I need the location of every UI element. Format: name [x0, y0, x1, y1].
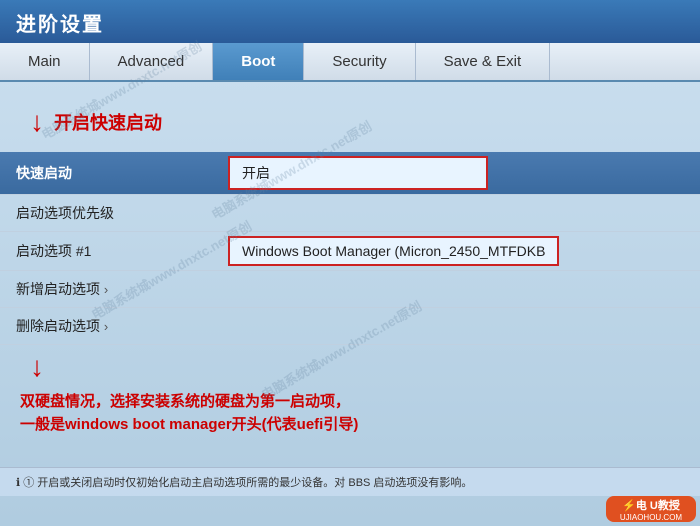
fast-boot-label: 快速启动 [0, 155, 220, 191]
delete-boot-option-label: 删除启动选项 › [0, 308, 220, 344]
bottom-annotation-line2: 一般是windows boot manager开头(代表uefi引导) [20, 414, 680, 437]
logo-sub-text: UJIAOHOU.COM [620, 513, 682, 522]
tab-security[interactable]: Security [304, 43, 415, 80]
boot-option-priority-row[interactable]: 启动选项优先级 [0, 195, 700, 232]
boot-option-1-value: Windows Boot Manager (Micron_2450_MTFDKB [228, 236, 559, 266]
logo-badge: ⚡电 U教授 UJIAOHOU.COM [606, 496, 696, 522]
window-title: 进阶设置 [16, 8, 104, 37]
fast-boot-value-container: 开启 [220, 152, 700, 194]
title-bar: 进阶设置 [0, 0, 700, 43]
bottom-arrow-down-icon: ↓ [30, 353, 44, 381]
bottom-annotation-line1: 双硬盘情况，选择安装系统的硬盘为第一启动项， [20, 391, 680, 414]
fast-boot-row[interactable]: 快速启动 开启 [0, 152, 700, 195]
content-area: ↓ 开启快速启动 快速启动 开启 启动选项优先级 启动选项 #1 Windows… [0, 82, 700, 436]
footer-note: ℹ ① 开启或关闭启动时仅初始化启动主启动选项所需的最少设备。对 BBS 启动选… [0, 467, 700, 496]
new-boot-option-row[interactable]: 新增启动选项 › [0, 271, 700, 308]
tab-boot[interactable]: Boot [213, 43, 304, 80]
tab-main[interactable]: Main [0, 43, 90, 80]
arrow-down-icon: ↓ [30, 108, 44, 136]
delete-boot-option-row[interactable]: 删除启动选项 › [0, 308, 700, 345]
new-boot-arrow-icon: › [104, 282, 108, 297]
delete-boot-arrow-icon: › [104, 319, 108, 334]
bottom-annotation: 双硬盘情况，选择安装系统的硬盘为第一启动项， 一般是windows boot m… [20, 391, 680, 436]
boot-option-1-row[interactable]: 启动选项 #1 Windows Boot Manager (Micron_245… [0, 232, 700, 271]
bios-window: 进阶设置 Main Advanced Boot Security Save & … [0, 0, 700, 526]
boot-option-priority-value [220, 209, 700, 217]
logo-main-text: ⚡电 U教授 [622, 497, 680, 513]
tab-navigation: Main Advanced Boot Security Save & Exit [0, 43, 700, 82]
footer-note-text: ① 开启或关闭启动时仅初始化启动主启动选项所需的最少设备。对 BBS 启动选项没… [23, 477, 472, 489]
boot-option-1-label: 启动选项 #1 [0, 233, 220, 269]
boot-option-1-value-container: Windows Boot Manager (Micron_2450_MTFDKB [220, 232, 700, 270]
new-boot-option-label: 新增启动选项 › [0, 271, 220, 307]
boot-option-priority-label: 启动选项优先级 [0, 195, 220, 231]
tab-advanced[interactable]: Advanced [90, 43, 214, 80]
tab-save-exit[interactable]: Save & Exit [416, 43, 551, 80]
top-annotation-label: 开启快速启动 [54, 109, 162, 135]
fast-boot-value: 开启 [228, 156, 488, 190]
